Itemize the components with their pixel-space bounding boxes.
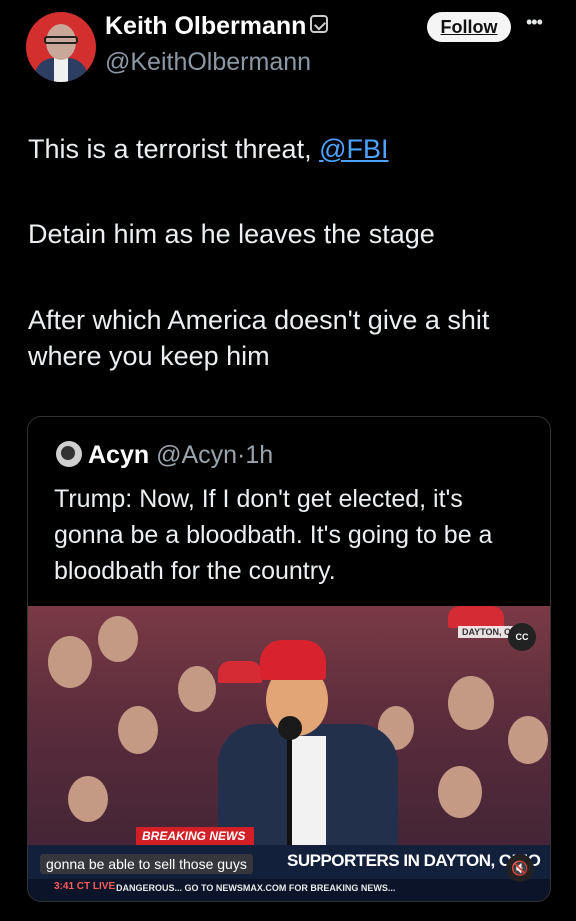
quote-handle-time: @Acyn·1h [156, 441, 274, 469]
microphone-stand [287, 738, 292, 858]
crowd-face [438, 766, 482, 818]
crowd-face [448, 676, 494, 730]
tweet-line-3: After which America doesn't give a shit … [28, 305, 490, 371]
crowd-red-cap [218, 661, 262, 683]
ticker-text: DANGEROUS... GO TO NEWSMAX.COM FOR BREAK… [116, 883, 396, 893]
more-options-icon[interactable]: ••• [526, 12, 543, 33]
author-name[interactable]: Keith Olbermann [105, 12, 306, 40]
crowd-face [508, 716, 548, 764]
avatar-shirt [54, 58, 68, 82]
quoted-tweet[interactable]: Acyn @Acyn·1h Trump: Now, If I don't get… [27, 416, 551, 902]
crowd-face [48, 636, 92, 688]
verified-badge-icon [310, 15, 329, 33]
tweet-line-2: Detain him as he leaves the stage [28, 219, 435, 249]
video-caption: gonna be able to sell those guys [40, 854, 253, 874]
mention-link[interactable]: @FBI [319, 134, 388, 164]
crowd-face [68, 776, 108, 822]
video-player[interactable]: DAYTON, O CC BREAKING NEWS SUPPORTERS IN… [28, 606, 550, 901]
quote-header: Acyn @Acyn·1h [56, 441, 273, 470]
speaker-shirt [292, 736, 326, 856]
crowd-red-cap [448, 606, 504, 628]
avatar[interactable] [26, 12, 96, 82]
breaking-news-label: BREAKING NEWS [136, 827, 254, 845]
crowd-face [178, 666, 216, 712]
location-tag: DAYTON, O [458, 626, 516, 638]
microphone [278, 716, 302, 740]
tweet-text-1: This is a terrorist threat, [28, 134, 320, 164]
mute-icon[interactable]: 🔇 [506, 854, 534, 882]
follow-button[interactable]: Follow [427, 12, 511, 42]
quote-author-name[interactable]: Acyn [88, 441, 149, 469]
crowd-face [118, 706, 158, 754]
tweet-line-1: This is a terrorist threat, @FBI [28, 131, 389, 167]
ticker-time: 3:41 CT LIVE [54, 881, 116, 892]
author-name-row[interactable]: Keith Olbermann [105, 12, 329, 41]
quote-avatar-icon[interactable] [56, 441, 82, 467]
video-headline: SUPPORTERS IN DAYTON, OHIO [287, 851, 541, 870]
avatar-glasses [44, 36, 78, 44]
speaker-red-hat [260, 640, 326, 680]
author-handle[interactable]: @KeithOlbermann [105, 48, 311, 77]
closed-captions-button[interactable]: CC [508, 623, 536, 651]
quote-text: Trump: Now, If I don't get elected, it's… [54, 485, 493, 585]
crowd-face [98, 616, 138, 662]
